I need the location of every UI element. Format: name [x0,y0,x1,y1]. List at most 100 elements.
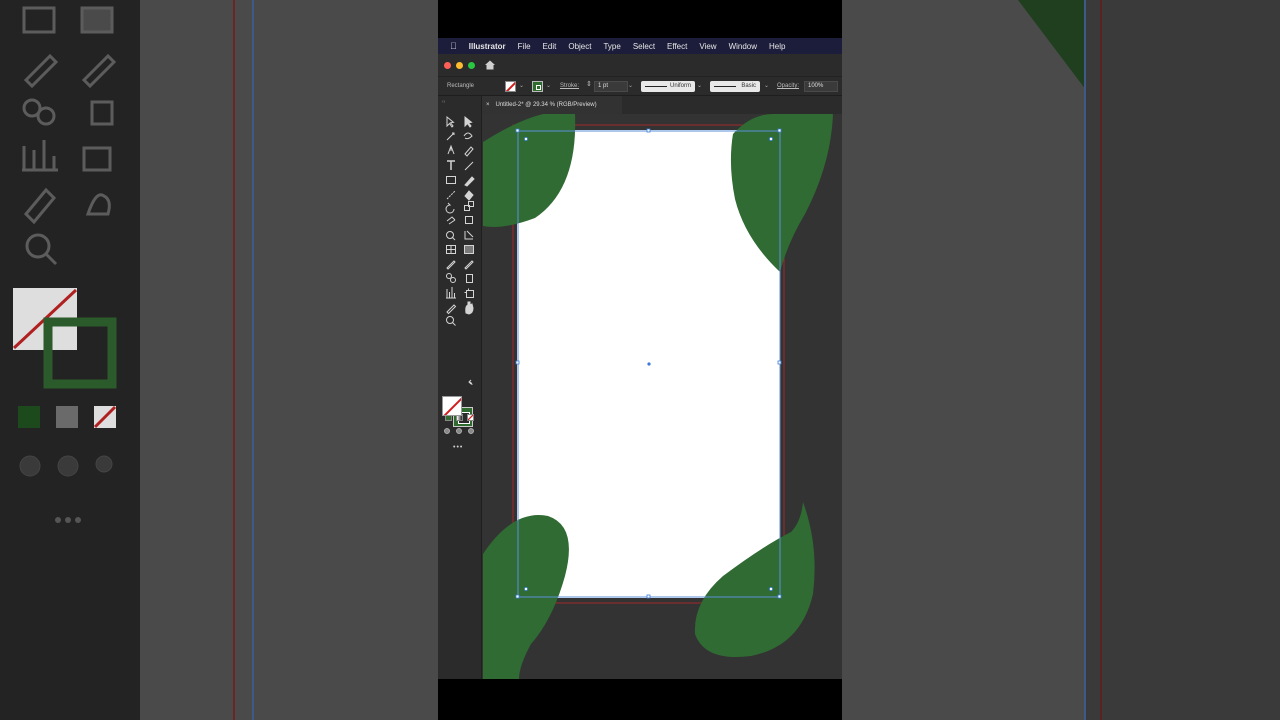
menu-file[interactable]: File [518,42,531,51]
document-tab-bar: × Untitled-2* @ 29.34 % (RGB/Preview) [482,96,842,114]
hand-tool-icon [465,301,474,315]
brush-definition-dropdown[interactable]: Basic [710,81,760,92]
tools-panel: ‹‹ ••• [438,96,482,679]
home-icon[interactable] [484,59,496,71]
opacity-input[interactable]: 100% [804,81,838,92]
handle-middle-left[interactable] [515,360,520,365]
corner-widget-bottom-right[interactable] [768,586,773,591]
bg-graph-icon [22,140,58,172]
stroke-stepper-icon[interactable]: ⇕ [586,80,592,88]
handle-middle-right[interactable] [777,360,782,365]
menu-object[interactable]: Object [568,42,591,51]
zoom-window-button[interactable] [468,62,475,69]
selection-tool-icon [446,115,455,128]
edit-toolbar-button[interactable]: ••• [453,444,463,451]
window-titlebar [438,54,842,76]
bg-knife-icon [23,187,57,225]
menu-window[interactable]: Window [729,42,757,51]
bg-mesh-icon [22,6,56,34]
letterbox-bottom [438,679,842,720]
stroke-weight-chevron-icon[interactable]: ⌄ [628,82,633,89]
handle-top-right[interactable] [777,128,782,133]
menu-type[interactable]: Type [603,42,620,51]
curvature-tool-icon [464,146,474,157]
draw-normal-icon [444,428,450,434]
artwork-svg [483,114,833,679]
direct-selection-tool-icon [464,115,473,128]
menu-select[interactable]: Select [633,42,655,51]
stroke-weight-input[interactable]: 1 pt [594,81,628,92]
symbol-sprayer-tool-icon [466,274,473,283]
handle-top-left[interactable] [515,128,520,133]
fill-none-swatch[interactable] [505,81,516,92]
none-mode-button[interactable] [467,414,474,421]
artboard-tool-icon [466,290,474,298]
measure-tool-icon [464,260,474,270]
bg-zoom-icon [25,233,51,259]
fill-color-box[interactable] [442,396,462,416]
bg-red-guide [233,0,235,720]
fill-chevron-icon[interactable]: ⌄ [519,82,524,89]
stroke-color-swatch[interactable] [532,81,543,92]
lasso-tool-icon [463,132,473,140]
canvas-area[interactable] [483,114,842,679]
bg-eyedropper-icon [23,53,59,89]
bg-tools-panel [0,0,140,720]
handle-bottom-left[interactable] [515,594,520,599]
line-segment-tool-icon [464,161,474,171]
opacity-label[interactable]: Opacity: [777,83,799,89]
swap-fill-stroke-icon [468,379,473,386]
slice-tool-icon [446,304,457,315]
corner-widget-top-left[interactable] [524,136,529,141]
illustrator-window:  Illustrator File Edit Object Type Sele… [438,38,842,679]
apple-icon[interactable]:  [450,41,457,51]
selection-type-label: Rectangle [447,83,475,89]
bg-tool-icons [12,6,117,523]
bg-color-mode [18,406,40,428]
brush-chevron-icon[interactable]: ⌄ [764,82,769,89]
handle-bottom-center[interactable] [646,594,651,599]
stroke-chevron-icon[interactable]: ⌄ [546,82,551,89]
paintbrush-tool-icon [464,176,475,187]
eraser-tool-icon [464,190,474,201]
menu-app-name[interactable]: Illustrator [469,42,506,51]
rectangle-tool-icon [446,176,456,184]
zoom-tool-icon [446,316,454,324]
draw-behind-icon [456,428,462,434]
tool-icons-svg [444,115,475,407]
background-right-blur [842,0,1280,720]
close-window-button[interactable] [444,62,451,69]
handle-bottom-right[interactable] [777,594,782,599]
eyedropper-tool-icon [446,260,456,270]
center-point [647,362,651,366]
bg-hand-icon [85,193,111,216]
letterbox-top [438,0,842,38]
pen-tool-icon [447,144,455,155]
document-tab[interactable]: × Untitled-2* @ 29.34 % (RGB/Preview) [482,96,622,114]
minimize-window-button[interactable] [456,62,463,69]
free-transform-tool-icon [465,216,473,224]
bg-red-guide-right [1100,0,1102,720]
profile-chevron-icon[interactable]: ⌄ [697,82,702,89]
menu-edit[interactable]: Edit [543,42,557,51]
bg-gradient-icon [80,6,114,34]
bg-artboard-icon [82,146,112,172]
gradient-tool-icon [464,245,474,254]
type-tool-icon [447,160,455,170]
drawing-modes-icons [444,428,474,434]
variable-width-profile-dropdown[interactable]: Uniform [641,81,695,92]
stroke-label[interactable]: Stroke: [560,83,579,89]
perspective-grid-tool-icon [464,230,474,240]
rotate-tool-icon [445,202,455,214]
corner-widget-bottom-left[interactable] [524,586,529,591]
bg-grey-canvas [842,0,1086,720]
close-document-icon[interactable]: × [486,102,490,108]
menu-view[interactable]: View [699,42,716,51]
menu-help[interactable]: Help [769,42,785,51]
magic-wand-tool-icon [446,132,455,141]
menu-effect[interactable]: Effect [667,42,687,51]
bg-eyedropper2-icon [81,53,117,89]
handle-top-center[interactable] [646,128,651,133]
corner-widget-top-right[interactable] [768,136,773,141]
document-title: Untitled-2* @ 29.34 % (RGB/Preview) [495,102,597,108]
